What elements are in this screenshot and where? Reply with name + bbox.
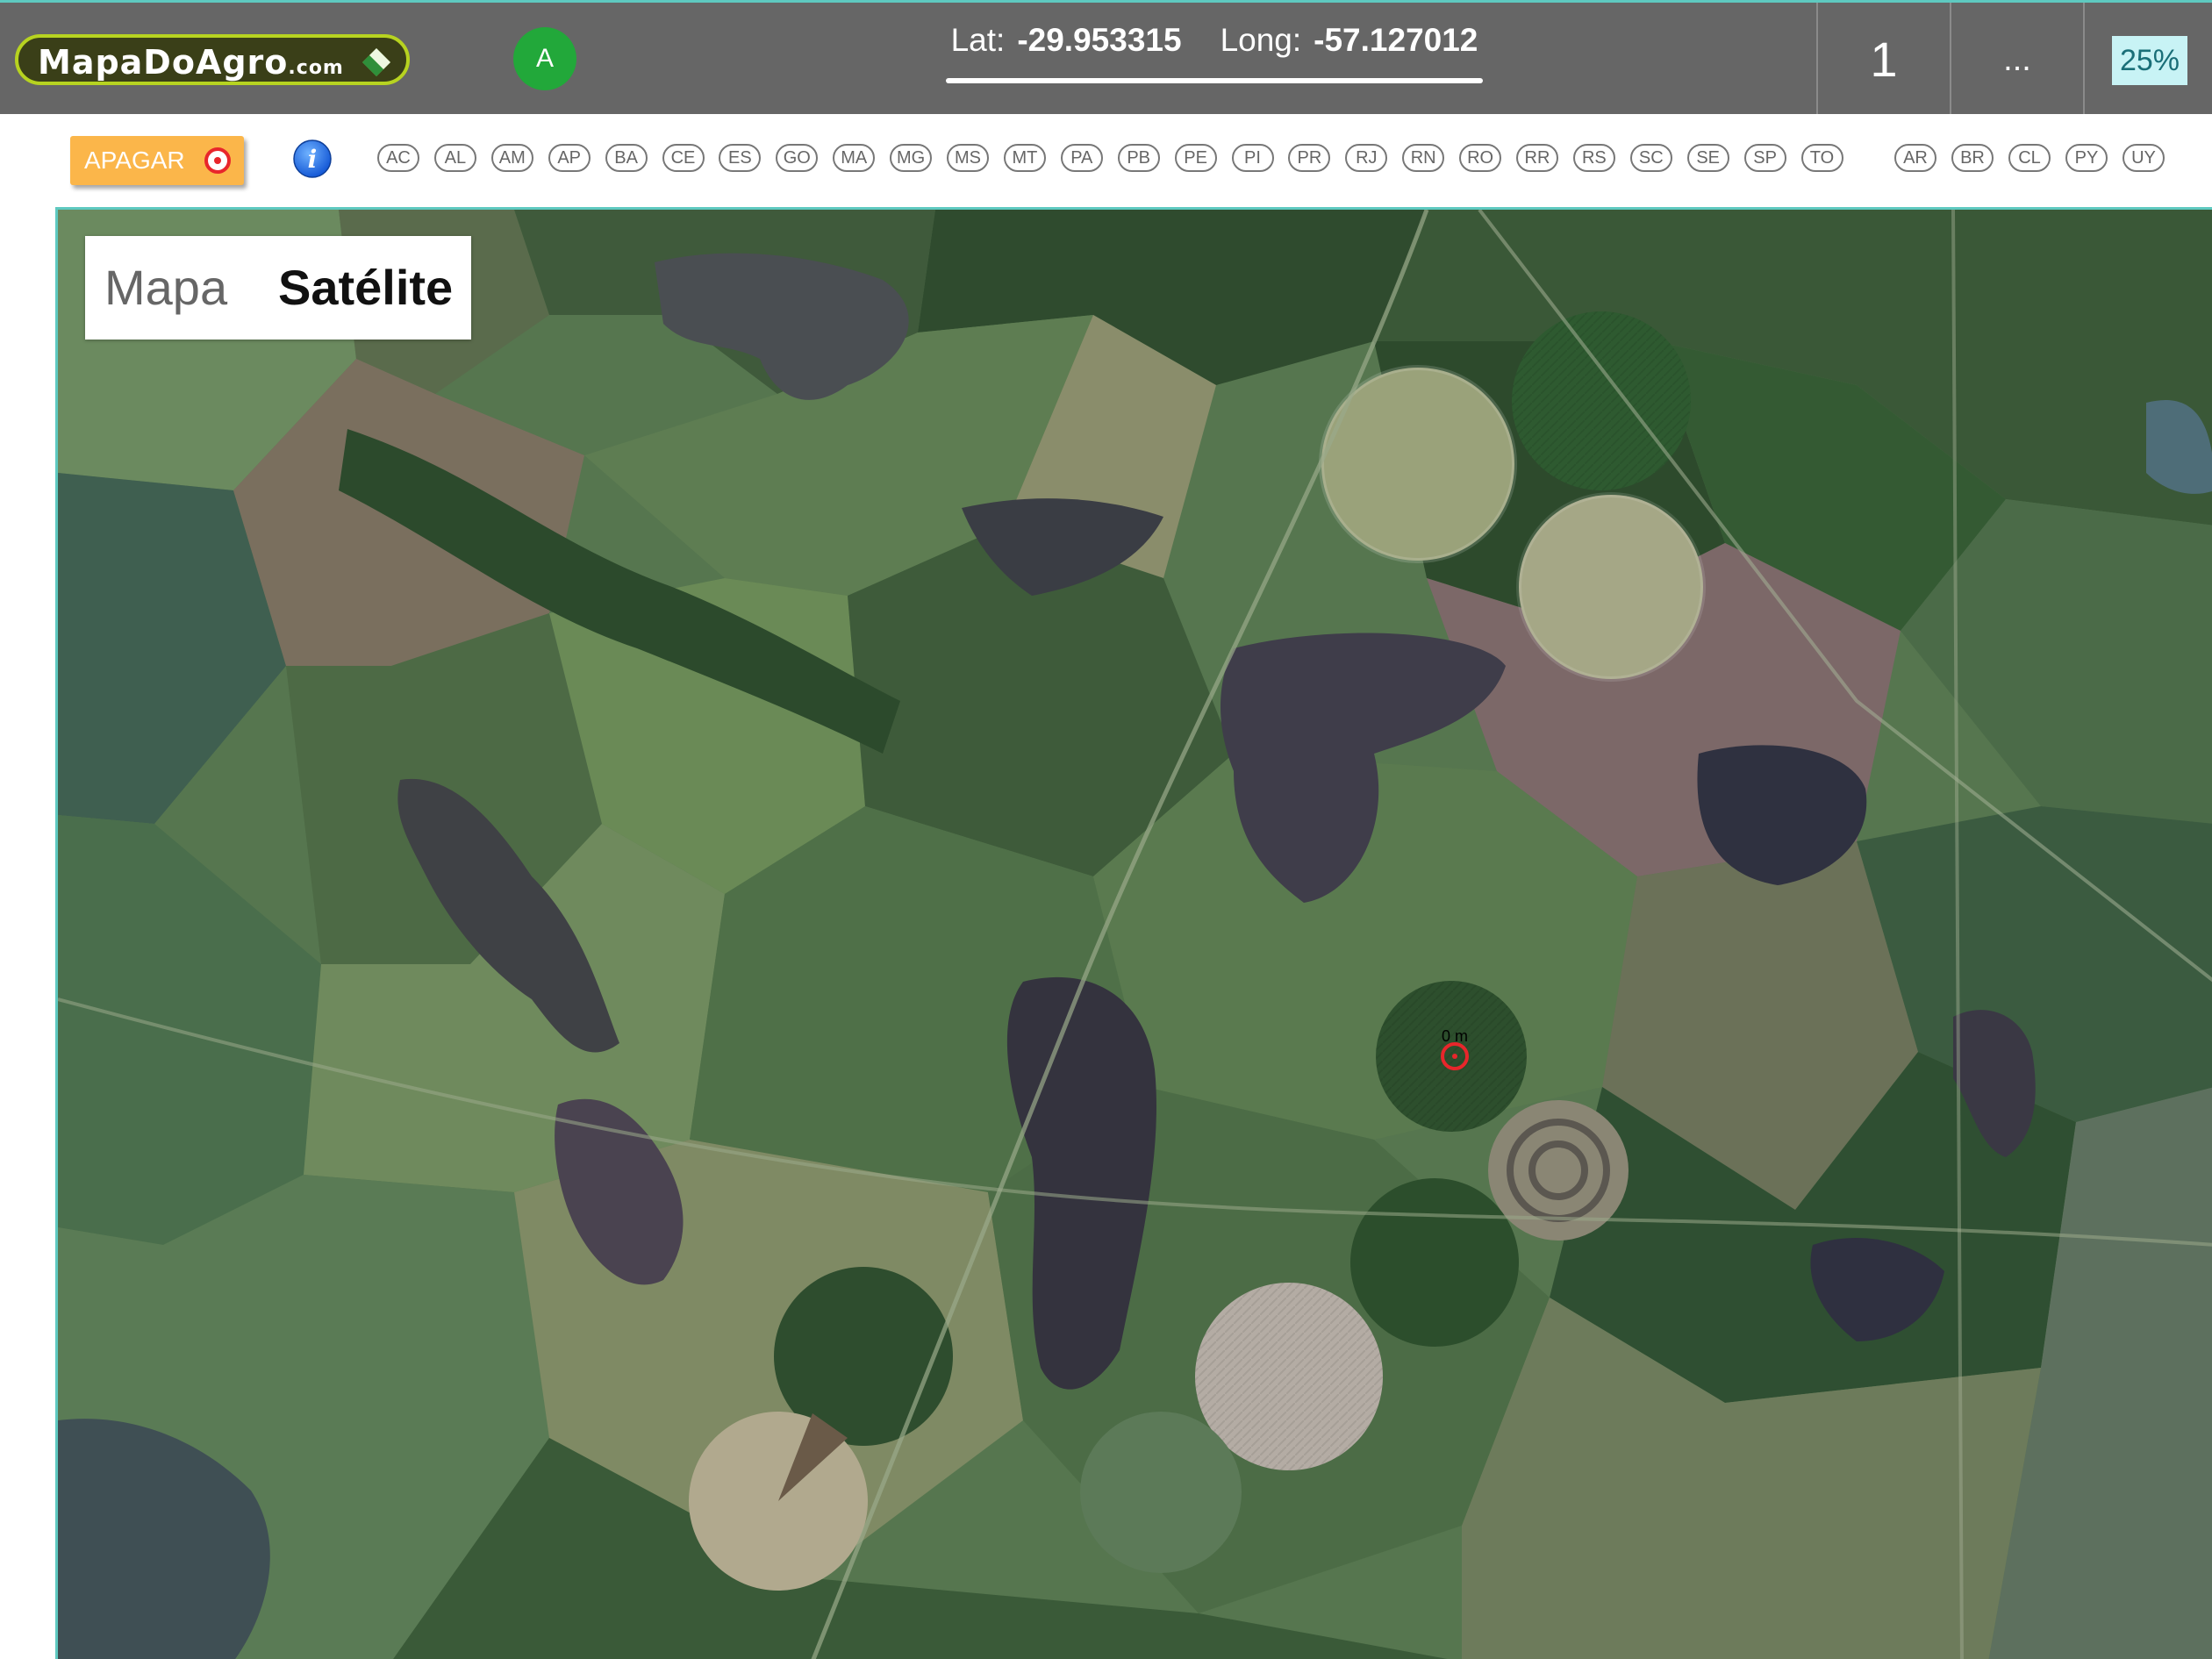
state-chip-ba[interactable]: BA (605, 144, 648, 172)
state-chip-rj[interactable]: RJ (1345, 144, 1388, 172)
apagar-button[interactable]: APAGAR (70, 136, 244, 185)
long-label: Long: (1220, 22, 1302, 58)
state-chip-ce[interactable]: CE (662, 144, 705, 172)
state-chip-mg[interactable]: MG (890, 144, 933, 172)
state-chip-ro[interactable]: RO (1459, 144, 1502, 172)
info-icon[interactable]: i (292, 139, 333, 179)
top-bar: MapaDoAgro.com A Lat: -29.953315 Long: -57.… (0, 0, 2212, 114)
map-type-map-button[interactable]: Mapa (104, 236, 227, 340)
satellite-imagery[interactable]: 0 m (58, 210, 2212, 1659)
country-chip-ar[interactable]: AR (1894, 144, 1936, 172)
state-chip-es[interactable]: ES (719, 144, 762, 172)
state-chip-rs[interactable]: RS (1572, 144, 1615, 172)
coordinates-readout: Lat: -29.953315 Long: -57.127012 (946, 22, 1483, 87)
user-avatar[interactable]: A (513, 27, 576, 90)
state-chip-rn[interactable]: RN (1402, 144, 1445, 172)
opacity-badge[interactable]: 25% (2112, 36, 2187, 85)
header-divider (2083, 3, 2085, 114)
map-type-control: Mapa Satélite (85, 236, 471, 340)
lat-value: -29.953315 (1017, 22, 1182, 58)
state-chip-rr[interactable]: RR (1516, 144, 1558, 172)
state-chip-go[interactable]: GO (776, 144, 819, 172)
state-chip-al[interactable]: AL (433, 144, 476, 172)
country-chip-py[interactable]: PY (2065, 144, 2108, 172)
state-chip-sp[interactable]: SP (1743, 144, 1786, 172)
logo[interactable]: MapaDoAgro.com (15, 34, 410, 85)
target-icon (204, 147, 231, 174)
long-value: -57.127012 (1314, 22, 1478, 58)
state-chip-am[interactable]: AM (490, 144, 533, 172)
state-chip-ap[interactable]: AP (548, 144, 591, 172)
state-chip-ms[interactable]: MS (947, 144, 989, 172)
logo-text: MapaDoAgro.com (38, 43, 344, 82)
location-marker-center (1452, 1054, 1457, 1059)
state-chip-ma[interactable]: MA (833, 144, 876, 172)
state-chip-mt[interactable]: MT (1003, 144, 1046, 172)
coordinates-underline (946, 78, 1483, 83)
state-chip-pa[interactable]: PA (1060, 144, 1103, 172)
state-chip-pr[interactable]: PR (1288, 144, 1331, 172)
country-chip-br[interactable]: BR (1951, 144, 1994, 172)
marker-counter[interactable]: 1 (1818, 3, 1950, 114)
info-glyph: i (308, 145, 318, 174)
logo-leaf-icon (362, 48, 390, 76)
state-chip-ac[interactable]: AC (377, 144, 419, 172)
lat-label: Lat: (950, 22, 1006, 58)
state-chip-pe[interactable]: PE (1174, 144, 1217, 172)
state-chip-to[interactable]: TO (1800, 144, 1843, 172)
apagar-label: APAGAR (84, 147, 185, 174)
map-type-satellite-button[interactable]: Satélite (278, 236, 453, 340)
state-chip-pb[interactable]: PB (1117, 144, 1160, 172)
state-chip-pi[interactable]: PI (1231, 144, 1274, 172)
more-button[interactable]: ... (1951, 3, 2083, 114)
state-chip-se[interactable]: SE (1686, 144, 1729, 172)
country-chip-uy[interactable]: UY (2123, 144, 2165, 172)
country-chip-cl[interactable]: CL (2008, 144, 2051, 172)
state-chip-sc[interactable]: SC (1629, 144, 1672, 172)
map-view[interactable]: 0 m Mapa Satélite (55, 207, 2212, 1659)
